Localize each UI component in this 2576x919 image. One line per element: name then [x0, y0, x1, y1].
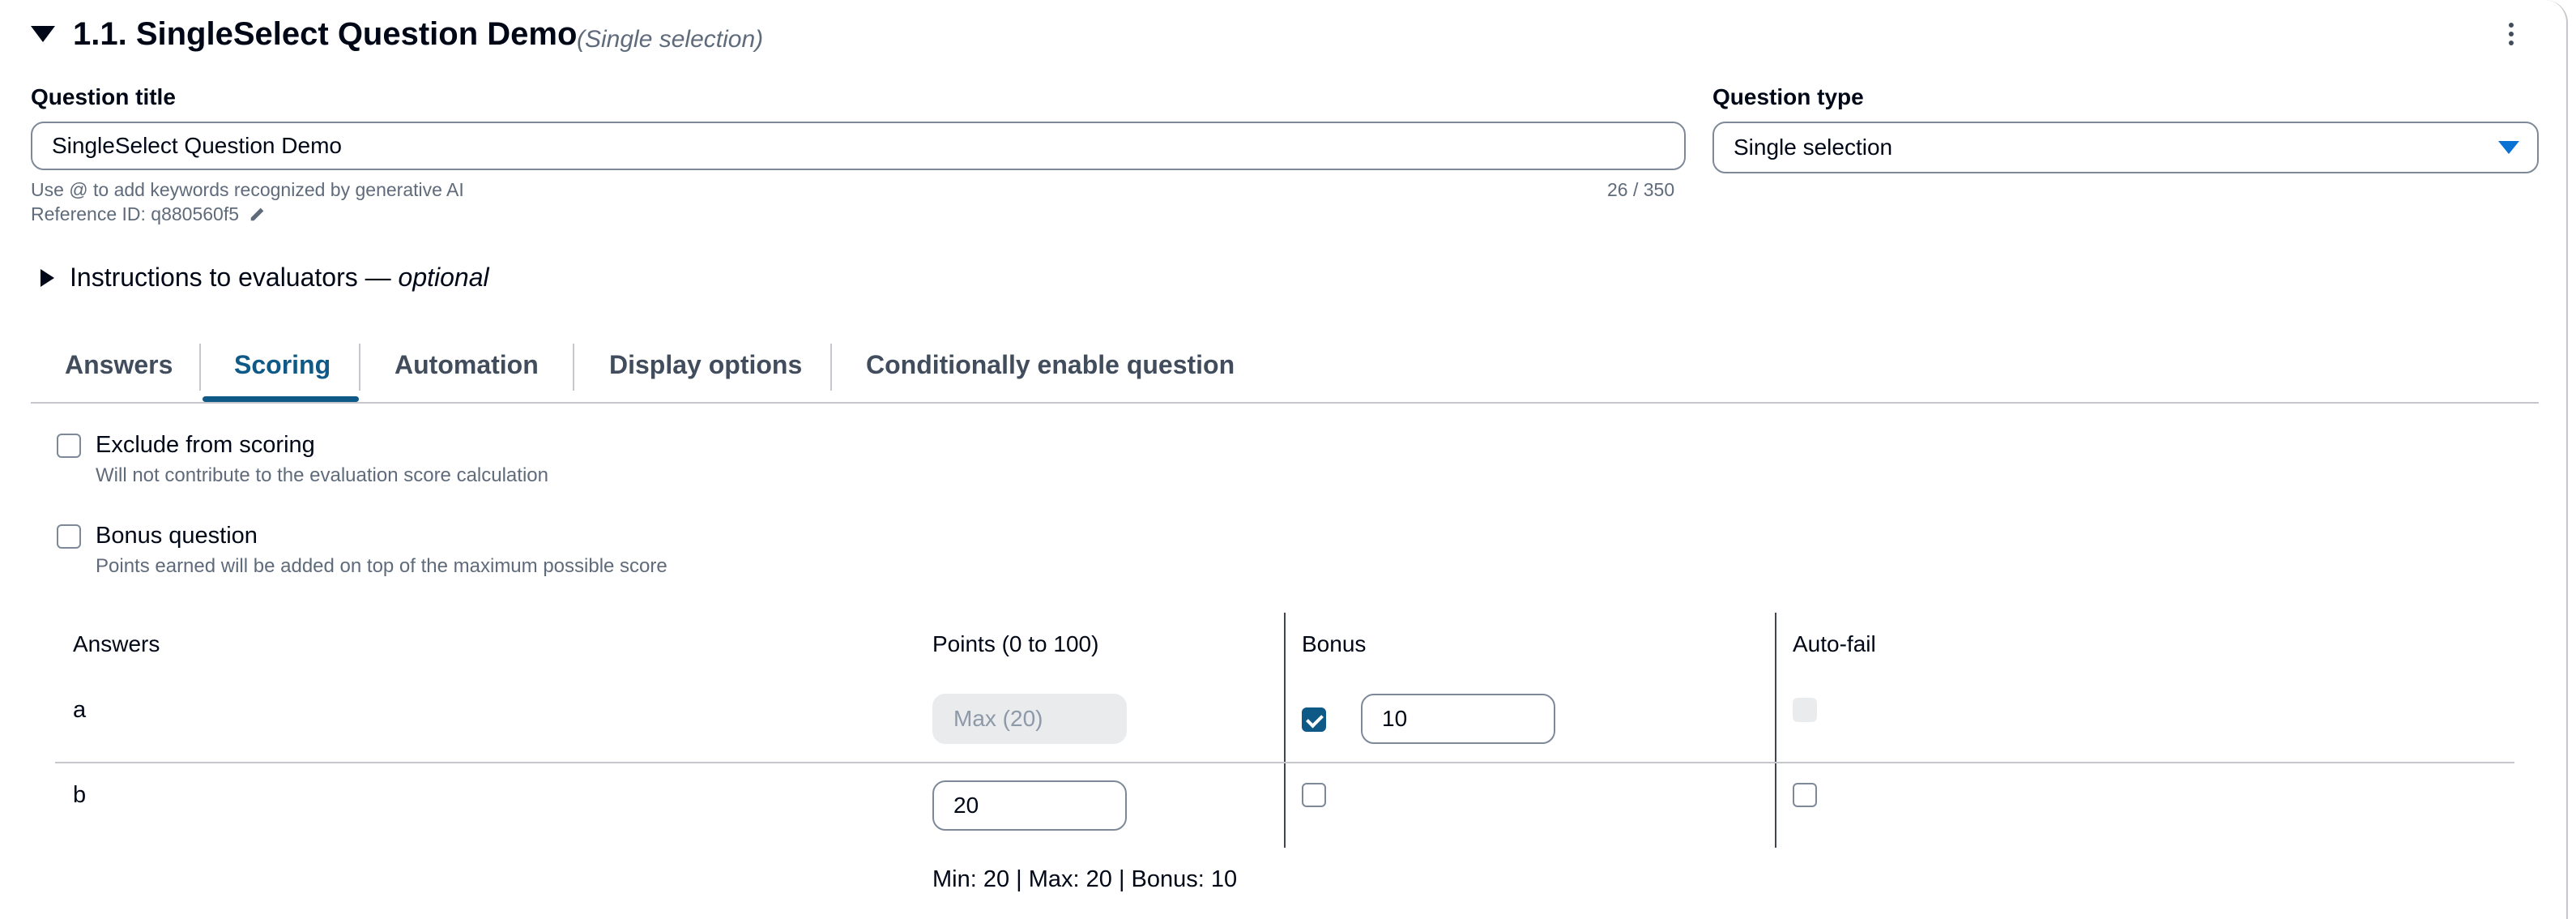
- bonus-checkbox[interactable]: [1302, 707, 1326, 732]
- bonus-question-description: Points earned will be added on top of th…: [96, 555, 667, 577]
- section-title: 1.1. SingleSelect Question Demo: [73, 16, 578, 52]
- kebab-menu-icon[interactable]: [2503, 23, 2519, 52]
- reference-id: Reference ID: q880560f5: [31, 203, 267, 225]
- points-placeholder: Max (20): [953, 706, 1043, 731]
- bonus-question-checkbox[interactable]: [57, 524, 81, 549]
- exclude-from-scoring-label: Exclude from scoring: [96, 432, 315, 458]
- character-counter: 26 / 350: [1607, 179, 1675, 200]
- instructions-optional: optional: [398, 263, 489, 292]
- answer-label: b: [73, 782, 87, 808]
- bonus-checkbox[interactable]: [1302, 783, 1326, 807]
- tab-scoring[interactable]: Scoring: [234, 350, 331, 380]
- table-row-divider: [55, 762, 2514, 763]
- bonus-value: 10: [1382, 706, 1408, 731]
- column-header-points: Points (0 to 100): [932, 631, 1099, 656]
- question-type-value: Single selection: [1734, 135, 1893, 160]
- column-divider: [1284, 613, 1286, 848]
- tab-display-options[interactable]: Display options: [609, 350, 802, 380]
- tab-automation[interactable]: Automation: [395, 350, 539, 380]
- points-value: 20: [953, 793, 979, 818]
- tab-separator: [830, 344, 832, 391]
- dropdown-arrow-icon: [2498, 141, 2519, 154]
- question-title-hint: Use @ to add keywords recognized by gene…: [31, 179, 464, 200]
- pencil-icon[interactable]: [249, 205, 267, 223]
- exclude-from-scoring-description: Will not contribute to the evaluation sc…: [96, 464, 548, 486]
- page: 1.1. SingleSelect Question Demo (Single …: [0, 0, 2576, 919]
- caret-right-icon[interactable]: [41, 269, 54, 287]
- column-divider: [1775, 613, 1776, 848]
- column-header-answers: Answers: [73, 631, 160, 656]
- tabs-divider: [31, 402, 2539, 404]
- question-title-value: SingleSelect Question Demo: [52, 133, 342, 158]
- tab-separator: [573, 344, 574, 391]
- bonus-question-label: Bonus question: [96, 523, 258, 549]
- instructions-label: Instructions to evaluators —: [70, 263, 399, 292]
- autofail-checkbox: [1793, 698, 1817, 722]
- points-input: Max (20): [932, 694, 1127, 744]
- caret-down-icon[interactable]: [31, 26, 55, 42]
- question-title-label: Question title: [31, 84, 176, 109]
- tab-separator: [359, 344, 360, 391]
- instructions-expander[interactable]: Instructions to evaluators — optional: [70, 263, 489, 293]
- question-type-label: Question type: [1712, 84, 1864, 109]
- section-subtitle: (Single selection): [577, 26, 764, 53]
- question-type-select[interactable]: Single selection: [1712, 122, 2539, 173]
- score-summary: Min: 20 | Max: 20 | Bonus: 10: [932, 866, 1238, 892]
- tab-conditionally-enable[interactable]: Conditionally enable question: [866, 350, 1235, 380]
- tab-answers[interactable]: Answers: [65, 350, 173, 380]
- column-header-bonus: Bonus: [1302, 631, 1367, 656]
- reference-id-text: Reference ID: q880560f5: [31, 203, 240, 224]
- answer-label: a: [73, 697, 87, 723]
- active-tab-indicator: [203, 396, 359, 402]
- points-input[interactable]: 20: [932, 780, 1127, 831]
- question-title-input[interactable]: SingleSelect Question Demo: [31, 122, 1686, 170]
- autofail-checkbox[interactable]: [1793, 783, 1817, 807]
- tab-separator: [199, 344, 201, 391]
- column-header-autofail: Auto-fail: [1793, 631, 1876, 656]
- bonus-value-input[interactable]: 10: [1361, 694, 1555, 744]
- exclude-from-scoring-checkbox[interactable]: [57, 434, 81, 458]
